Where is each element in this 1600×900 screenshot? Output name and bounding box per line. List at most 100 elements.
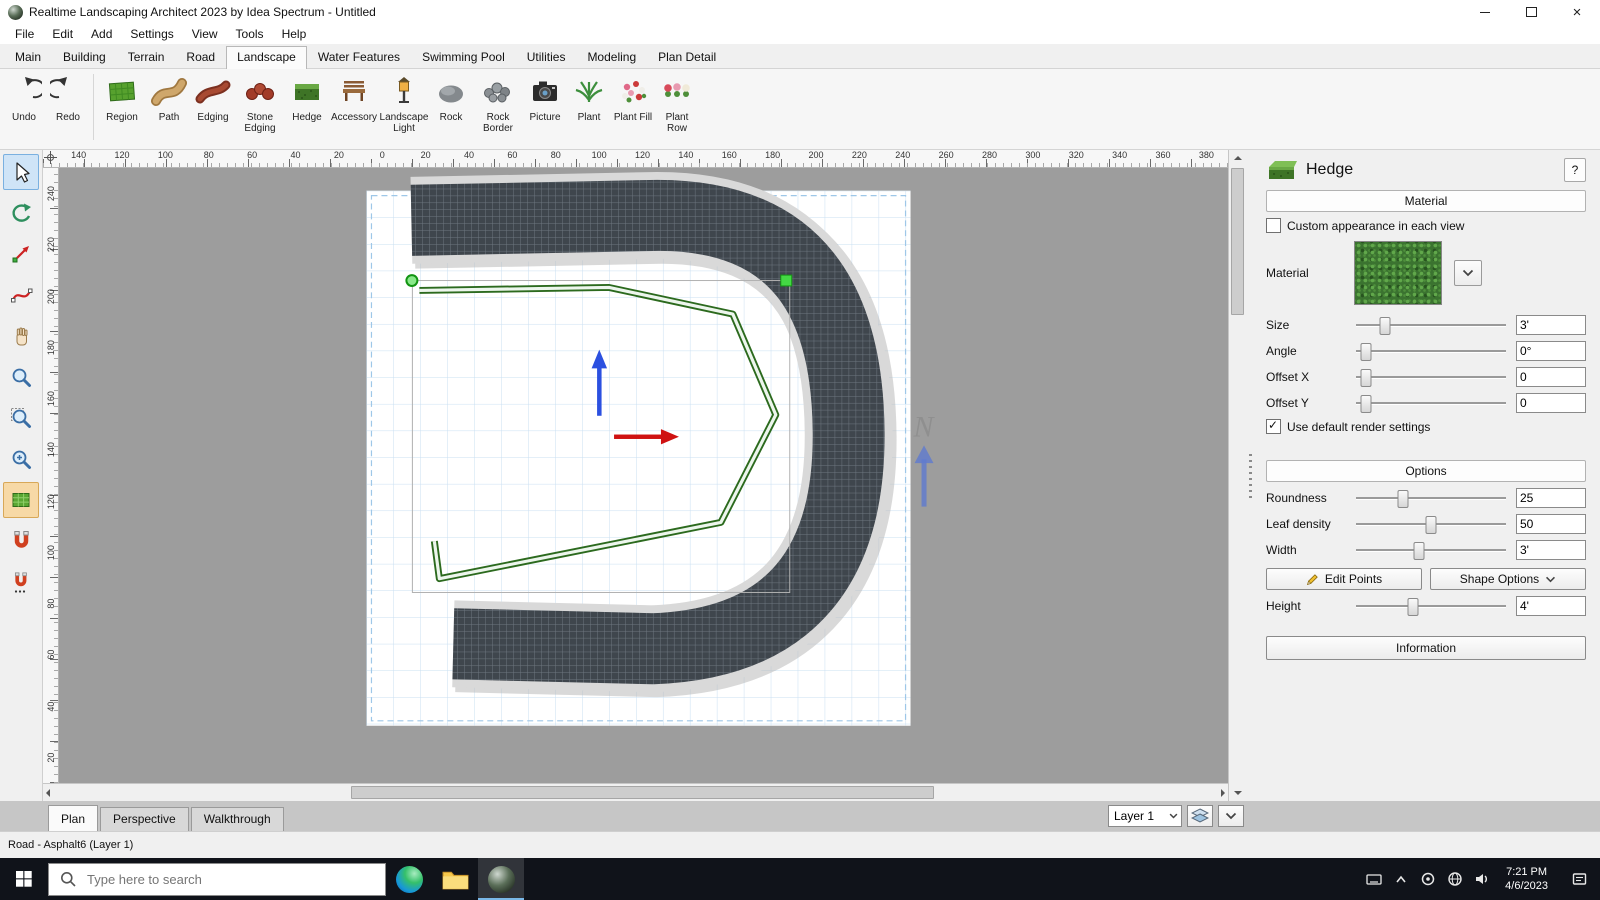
ribbon-tab-modeling[interactable]: Modeling (576, 46, 647, 68)
help-button[interactable]: ? (1564, 158, 1586, 182)
menu-view[interactable]: View (183, 25, 227, 43)
hedge-end-handle[interactable] (780, 274, 793, 287)
shape-options-button[interactable]: Shape Options (1430, 568, 1586, 590)
leaf-density-slider[interactable] (1354, 515, 1508, 534)
panel-splitter[interactable] (1246, 150, 1254, 801)
menu-edit[interactable]: Edit (43, 25, 82, 43)
angle-slider-thumb[interactable] (1360, 343, 1372, 361)
plant-row-button[interactable]: Plant Row (655, 72, 699, 134)
height-slider-thumb[interactable] (1407, 598, 1419, 616)
angle-slider[interactable] (1354, 342, 1508, 361)
angle-input[interactable] (1516, 341, 1586, 361)
ribbon-tab-water-features[interactable]: Water Features (307, 46, 411, 68)
action-center-button[interactable] (1558, 858, 1600, 900)
roundness-input[interactable] (1516, 488, 1586, 508)
scroll-up-arrow[interactable] (1229, 150, 1246, 166)
ribbon-tab-swimming-pool[interactable]: Swimming Pool (411, 46, 516, 68)
search-input[interactable] (85, 870, 374, 888)
layer-options-button[interactable] (1218, 805, 1244, 827)
height-slider[interactable] (1354, 597, 1508, 616)
height-input[interactable] (1516, 596, 1586, 616)
horizontal-scroll-thumb[interactable] (351, 786, 934, 799)
size-input[interactable] (1516, 315, 1586, 335)
minimize-button[interactable] (1462, 0, 1508, 24)
menu-help[interactable]: Help (273, 25, 316, 43)
width-input[interactable] (1516, 540, 1586, 560)
information-button[interactable]: Information (1266, 636, 1586, 660)
taskbar-clock[interactable]: 7:21 PM 4/6/2023 (1495, 865, 1558, 893)
hedge-start-handle[interactable] (405, 274, 419, 287)
scroll-left-arrow[interactable] (46, 788, 50, 797)
scroll-right-arrow[interactable] (1221, 788, 1225, 797)
leaf-density-slider-thumb[interactable] (1425, 516, 1437, 534)
horizontal-scrollbar[interactable] (43, 783, 1228, 801)
layer-select[interactable]: Layer 1 (1108, 805, 1182, 827)
offset-y-slider[interactable] (1354, 394, 1508, 413)
menu-file[interactable]: File (6, 25, 43, 43)
menu-add[interactable]: Add (82, 25, 121, 43)
edit-points-button[interactable]: Edit Points (1266, 568, 1422, 590)
size-slider-thumb[interactable] (1379, 317, 1391, 335)
use-default-render-row[interactable]: Use default render settings (1266, 418, 1586, 434)
offset-y-slider-thumb[interactable] (1360, 395, 1372, 413)
use-default-render-checkbox[interactable] (1266, 418, 1281, 434)
select-tool[interactable] (3, 154, 39, 190)
custom-appearance-row[interactable]: Custom appearance in each view (1266, 218, 1586, 233)
rock-border-button[interactable]: Rock Border (473, 72, 523, 134)
material-swatch[interactable] (1354, 241, 1442, 305)
custom-appearance-checkbox[interactable] (1266, 218, 1281, 233)
ribbon-tab-landscape[interactable]: Landscape (226, 46, 307, 69)
maximize-button[interactable] (1508, 0, 1554, 24)
plant-button[interactable]: Plant (567, 72, 611, 123)
offset-y-input[interactable] (1516, 393, 1586, 413)
ribbon-tab-main[interactable]: Main (4, 46, 52, 68)
start-button[interactable] (0, 858, 48, 900)
hedge-button[interactable]: Hedge (285, 72, 329, 123)
walkthrough-view-tab[interactable]: Walkthrough (190, 807, 284, 831)
landscape-light-button[interactable]: Landscape Light (379, 72, 429, 134)
taskbar-search[interactable] (48, 862, 386, 896)
menu-tools[interactable]: Tools (227, 25, 273, 43)
plan-view-tab[interactable]: Plan (48, 805, 99, 831)
offset-x-slider[interactable] (1354, 368, 1508, 387)
vertical-scroll-thumb[interactable] (1231, 168, 1244, 315)
menu-settings[interactable]: Settings (121, 25, 182, 43)
ribbon-tab-road[interactable]: Road (175, 46, 226, 68)
redo-button[interactable]: Redo (46, 72, 90, 123)
leaf-density-input[interactable] (1516, 514, 1586, 534)
material-dropdown-button[interactable] (1454, 260, 1482, 286)
tray-status-icon[interactable] (1414, 858, 1441, 900)
tray-expand-chevron-icon[interactable] (1387, 858, 1414, 900)
width-slider[interactable] (1354, 541, 1508, 560)
picture-button[interactable]: Picture (523, 72, 567, 123)
close-button[interactable]: × (1554, 0, 1600, 24)
path-button[interactable]: Path (147, 72, 191, 123)
offset-x-slider-thumb[interactable] (1360, 369, 1372, 387)
size-slider[interactable] (1354, 316, 1508, 335)
taskbar-edge-button[interactable] (386, 858, 432, 900)
canvas-viewport[interactable]: N (59, 168, 1228, 783)
volume-icon[interactable] (1468, 858, 1495, 900)
stone-edging-button[interactable]: Stone Edging (235, 72, 285, 134)
accessory-button[interactable]: Accessory (329, 72, 379, 123)
ribbon-tab-utilities[interactable]: Utilities (516, 46, 577, 68)
network-globe-icon[interactable] (1441, 858, 1468, 900)
undo-button[interactable]: Undo (2, 72, 46, 123)
touch-keyboard-icon[interactable] (1360, 858, 1387, 900)
plant-fill-button[interactable]: Plant Fill (611, 72, 655, 123)
plan-canvas[interactable]: N (59, 168, 1228, 783)
offset-x-input[interactable] (1516, 367, 1586, 387)
vertical-scrollbar[interactable] (1228, 150, 1246, 801)
region-button[interactable]: Region (97, 72, 147, 123)
taskbar-landscaping-app-button[interactable] (478, 858, 524, 900)
zoom-tool[interactable] (3, 359, 39, 395)
ribbon-tab-plan-detail[interactable]: Plan Detail (647, 46, 727, 68)
edging-button[interactable]: Edging (191, 72, 235, 123)
roundness-slider[interactable] (1354, 489, 1508, 508)
perspective-view-tab[interactable]: Perspective (100, 807, 189, 831)
scroll-down-arrow[interactable] (1229, 785, 1246, 801)
rock-button[interactable]: Rock (429, 72, 473, 123)
taskbar-explorer-button[interactable] (432, 858, 478, 900)
ribbon-tab-building[interactable]: Building (52, 46, 117, 68)
roundness-slider-thumb[interactable] (1397, 490, 1409, 508)
